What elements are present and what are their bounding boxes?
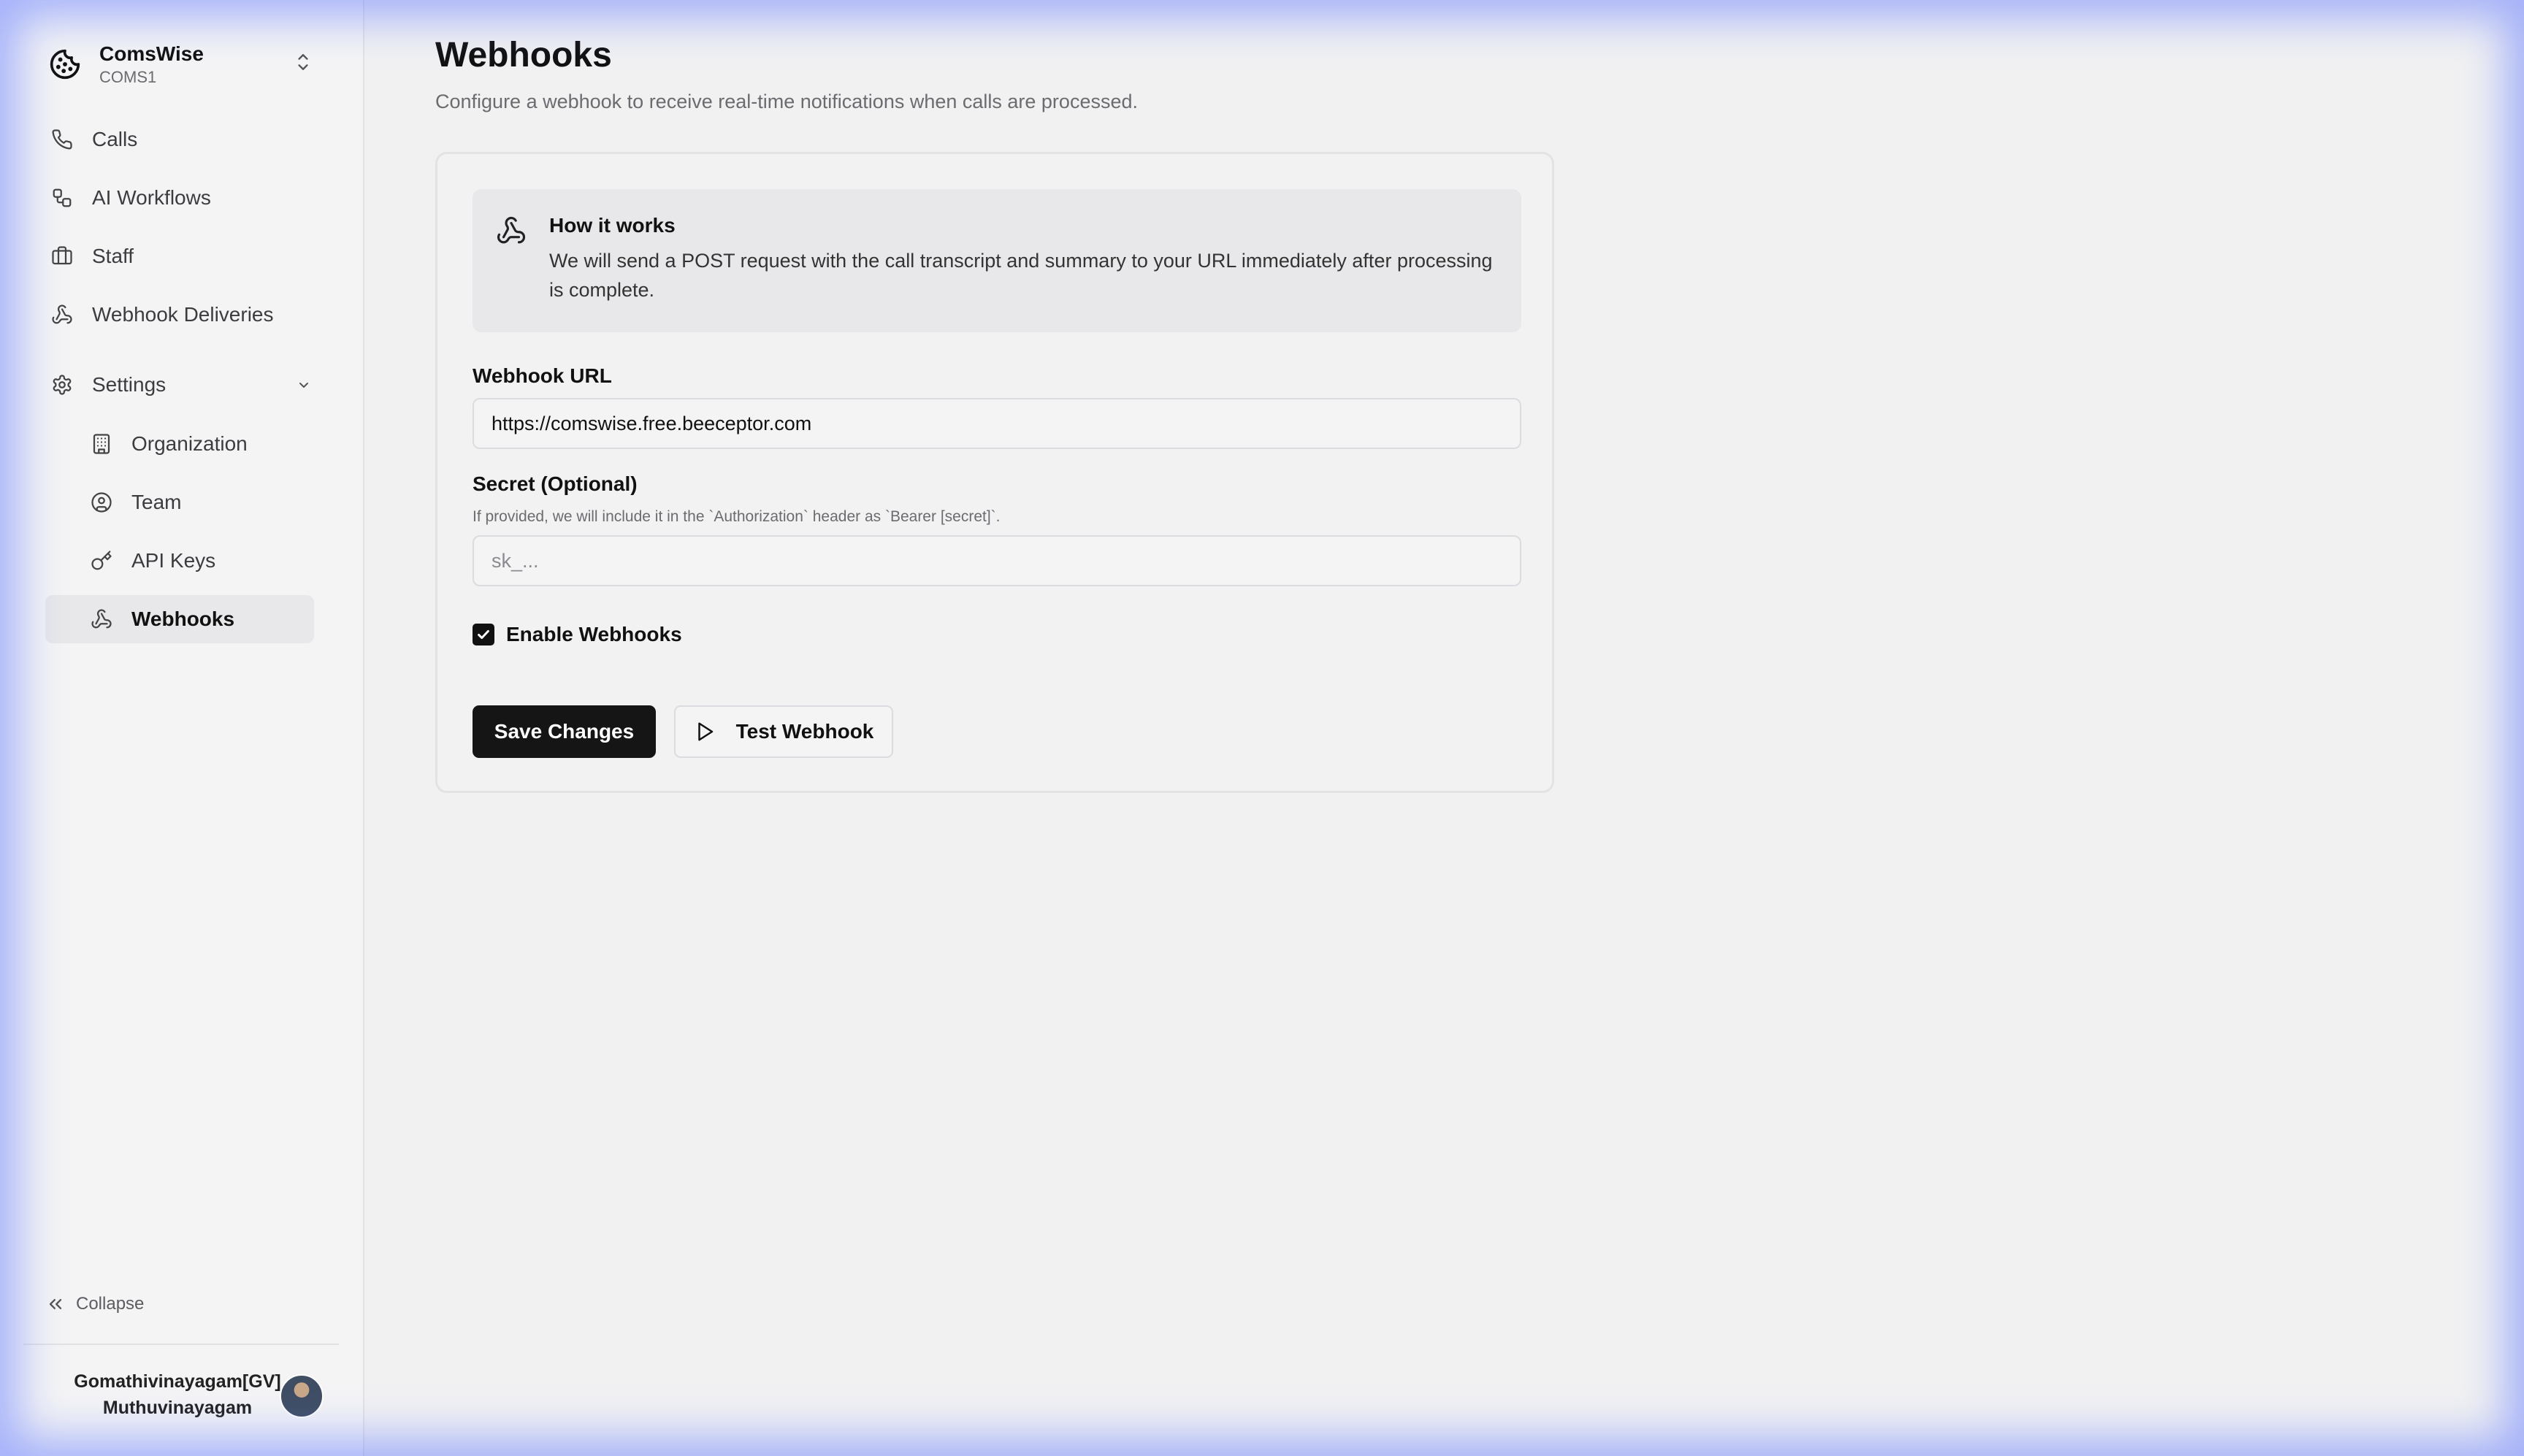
org-code: COMS1 <box>99 68 157 86</box>
sidebar-item-ai-workflows[interactable]: AI Workflows <box>44 174 314 222</box>
chevron-down-icon[interactable] <box>295 375 313 399</box>
sidebar-divider <box>23 1344 339 1345</box>
enable-webhooks-label: Enable Webhooks <box>506 623 682 645</box>
test-webhook-label: Test Webhook <box>735 720 874 743</box>
sidebar-item-api-keys[interactable]: API Keys <box>45 537 314 585</box>
gear-icon <box>44 374 92 396</box>
briefcase-icon <box>44 245 92 267</box>
webhook-icon <box>496 215 527 250</box>
chevrons-up-down-icon[interactable] <box>294 50 313 78</box>
collapse-label: Collapse <box>76 1294 145 1314</box>
sidebar-item-label: API Keys <box>131 549 216 572</box>
building-icon <box>45 433 131 455</box>
sidebar-item-label: Organization <box>131 432 248 455</box>
webhook-url-label: Webhook URL <box>473 364 612 387</box>
sidebar-item-label: Staff <box>92 245 134 267</box>
sidebar-item-webhook-deliveries[interactable]: Webhook Deliveries <box>44 291 314 339</box>
user-name: Gomathivinayagam[GV] Muthuvinayagam <box>57 1368 298 1421</box>
sidebar-item-label: Webhooks <box>131 608 235 630</box>
sidebar-item-team[interactable]: Team <box>45 478 314 526</box>
callout-text: We will send a POST request with the cal… <box>549 250 1493 301</box>
secret-hint: If provided, we will include it in the `… <box>473 508 1001 525</box>
how-it-works-callout: How it works We will send a POST request… <box>473 189 1521 332</box>
test-webhook-button[interactable]: Test Webhook <box>674 705 893 758</box>
play-icon <box>694 721 716 743</box>
sidebar-item-label: Calls <box>92 128 138 150</box>
secret-label: Secret (Optional) <box>473 472 638 495</box>
sidebar-item-label: Settings <box>92 373 167 396</box>
key-icon <box>45 550 131 572</box>
enable-webhooks-checkbox[interactable]: Enable Webhooks <box>473 623 682 646</box>
sidebar-item-calls[interactable]: Calls <box>44 115 314 164</box>
user-name-line2: Muthuvinayagam <box>102 1398 253 1418</box>
sidebar-item-organization[interactable]: Organization <box>45 420 314 468</box>
collapse-button[interactable]: Collapse <box>45 1294 144 1314</box>
org-name: ComsWise <box>99 42 204 65</box>
avatar[interactable] <box>280 1374 324 1418</box>
webhook-icon <box>44 304 92 326</box>
callout-heading: How it works <box>549 214 676 237</box>
sidebar-item-label: Webhook Deliveries <box>92 303 274 326</box>
user-name-line1: Gomathivinayagam[GV] <box>74 1371 281 1392</box>
webhook-url-input[interactable] <box>473 398 1521 449</box>
org-switcher[interactable]: ComsWise COMS1 <box>44 35 321 93</box>
secret-input[interactable] <box>473 535 1521 586</box>
page-title: Webhooks <box>435 36 612 74</box>
webhook-icon <box>45 608 131 630</box>
phone-icon <box>44 129 92 150</box>
checkbox-checked-icon[interactable] <box>473 624 494 645</box>
save-changes-button[interactable]: Save Changes <box>473 705 656 758</box>
chevrons-left-icon <box>45 1294 66 1314</box>
webhook-settings-card: How it works We will send a POST request… <box>435 152 1554 793</box>
page-subtitle: Configure a webhook to receive real-time… <box>435 91 1138 112</box>
user-circle-icon <box>45 491 131 513</box>
sidebar-item-staff[interactable]: Staff <box>44 232 314 280</box>
user-profile[interactable]: Gomathivinayagam[GV] Muthuvinayagam <box>44 1365 336 1424</box>
sidebar-item-webhooks[interactable]: Webhooks <box>45 595 314 643</box>
sidebar-item-label: Team <box>131 491 182 513</box>
sidebar-item-label: AI Workflows <box>92 186 211 209</box>
cookie-logo-icon <box>44 43 86 85</box>
sidebar-item-settings[interactable]: Settings <box>44 361 314 409</box>
sidebar: ComsWise COMS1 Calls AI Workflows Staff … <box>0 0 364 1456</box>
workflow-icon <box>44 187 92 209</box>
